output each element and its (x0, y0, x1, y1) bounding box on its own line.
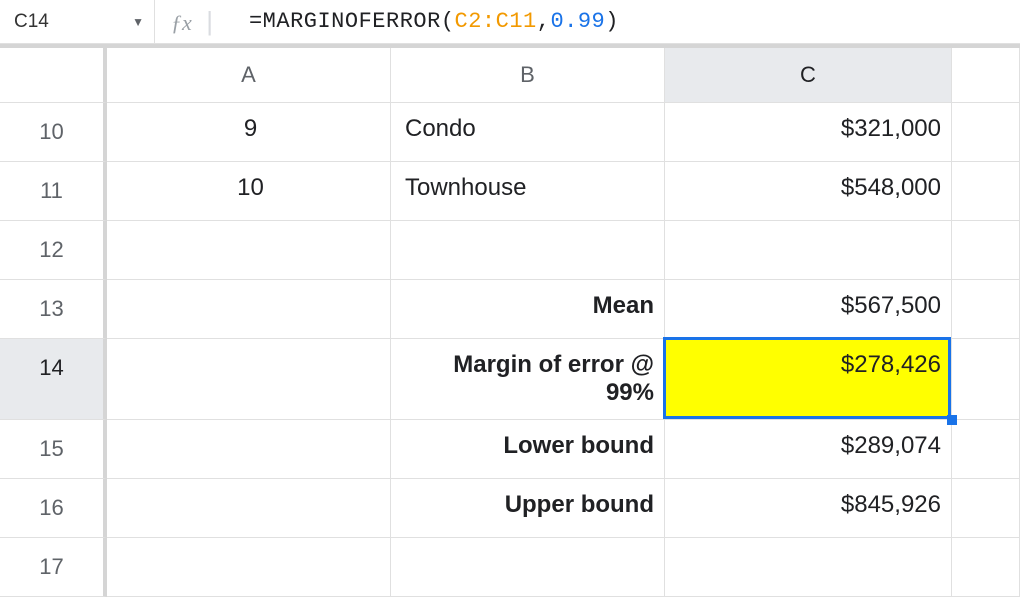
cell[interactable]: $289,074 (665, 420, 952, 479)
name-box-value: C14 (14, 11, 49, 33)
formula-close: ) (605, 9, 619, 34)
cell[interactable] (952, 479, 1020, 538)
row-header[interactable]: 10 (0, 103, 107, 162)
col-header-c[interactable]: C (665, 48, 952, 103)
cell[interactable] (107, 538, 391, 597)
row-header[interactable]: 15 (0, 420, 107, 479)
cell[interactable] (107, 221, 391, 280)
col-header-b[interactable]: B (391, 48, 665, 103)
cell[interactable]: Upper bound (391, 479, 665, 538)
cell[interactable] (107, 339, 391, 420)
column-headers: A B C (0, 44, 1020, 103)
formula-bar: C14 ▼ ƒx | =MARGINOFERROR(C2:C11,0.99) (0, 0, 1020, 44)
row-header[interactable]: 17 (0, 538, 107, 597)
cell[interactable]: $548,000 (665, 162, 952, 221)
cell[interactable] (107, 280, 391, 339)
row-header[interactable]: 16 (0, 479, 107, 538)
row-header[interactable]: 13 (0, 280, 107, 339)
row: 14 Margin of error @ 99%$278,426 (0, 339, 1020, 420)
cell[interactable]: Margin of error @ 99% (391, 339, 665, 420)
selection-handle[interactable] (947, 415, 957, 425)
cell[interactable]: $321,000 (665, 103, 952, 162)
cell[interactable] (952, 221, 1020, 280)
cell[interactable]: $845,926 (665, 479, 952, 538)
name-box[interactable]: C14 ▼ (4, 7, 154, 37)
formula-eq: = (249, 9, 263, 34)
cell[interactable] (952, 339, 1020, 420)
active-cell[interactable]: $278,426 (665, 339, 952, 420)
cell[interactable] (665, 538, 952, 597)
cell[interactable]: Townhouse (391, 162, 665, 221)
cell[interactable] (391, 221, 665, 280)
cell[interactable] (391, 538, 665, 597)
row-header[interactable]: 12 (0, 221, 107, 280)
cell[interactable] (952, 162, 1020, 221)
col-header-a[interactable]: A (107, 48, 391, 103)
cell[interactable] (107, 479, 391, 538)
row: 13 Mean$567,500 (0, 280, 1020, 339)
formula-comma: , (537, 9, 551, 34)
cell[interactable] (952, 103, 1020, 162)
row: 15 Lower bound$289,074 (0, 420, 1020, 479)
formula-ref: C2:C11 (455, 9, 537, 34)
row: 109Condo$321,000 (0, 103, 1020, 162)
cell[interactable]: 9 (107, 103, 391, 162)
row: 16 Upper bound$845,926 (0, 479, 1020, 538)
row-header[interactable]: 14 (0, 339, 107, 420)
cell[interactable] (952, 420, 1020, 479)
cell[interactable] (665, 221, 952, 280)
select-all-corner[interactable] (0, 48, 107, 103)
spreadsheet-grid: A B C 109Condo$321,0001110Townhouse$548,… (0, 44, 1020, 597)
formula-num: 0.99 (550, 9, 605, 34)
dropdown-icon[interactable]: ▼ (132, 15, 144, 29)
cell[interactable] (952, 538, 1020, 597)
cell[interactable] (952, 280, 1020, 339)
row-header[interactable]: 11 (0, 162, 107, 221)
cell[interactable]: 10 (107, 162, 391, 221)
formula-open: ( (441, 9, 455, 34)
cell[interactable]: $567,500 (665, 280, 952, 339)
cell[interactable]: Condo (391, 103, 665, 162)
fx-icon: ƒx | (154, 0, 239, 45)
row: 12 (0, 221, 1020, 280)
cell[interactable]: Mean (391, 280, 665, 339)
cell[interactable]: Lower bound (391, 420, 665, 479)
row: 17 (0, 538, 1020, 597)
formula-fn: MARGINOFERROR (263, 9, 441, 34)
row: 1110Townhouse$548,000 (0, 162, 1020, 221)
formula-input[interactable]: =MARGINOFERROR(C2:C11,0.99) (239, 5, 1016, 38)
col-header-extra[interactable] (952, 48, 1020, 103)
cell[interactable] (107, 420, 391, 479)
